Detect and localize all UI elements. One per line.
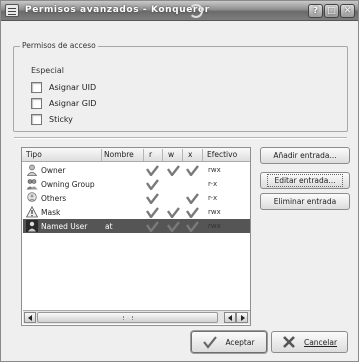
close-button[interactable]: ✕	[340, 4, 355, 18]
column-divider[interactable]	[182, 149, 183, 161]
read-checkmark-icon[interactable]	[146, 193, 159, 205]
group-icon	[26, 178, 38, 190]
row-name: at	[105, 222, 113, 231]
table-row[interactable]: Owner rwx	[23, 163, 250, 177]
grip-icon	[123, 316, 133, 320]
read-checkmark-icon[interactable]	[146, 165, 159, 177]
checkmark-icon	[203, 336, 218, 349]
cancel-x-icon	[283, 336, 295, 348]
acl-entries-list[interactable]: Tipo Nombre r w x Efectivo Owner rwx Ownin…	[21, 147, 251, 326]
special-label: Especial	[31, 66, 64, 75]
checkbox-label: Sticky	[49, 114, 73, 124]
user-icon	[26, 164, 38, 176]
column-header-r[interactable]: r	[149, 150, 152, 159]
row-type: Others	[41, 194, 67, 203]
scroll-right-arrow-icon[interactable]	[236, 312, 248, 323]
cancel-button[interactable]: Cancelar	[271, 331, 348, 353]
scroll-left-arrow-icon[interactable]	[224, 312, 236, 323]
row-effective: rwx	[208, 166, 221, 174]
row-type: Owner	[41, 166, 66, 175]
row-effective: rwx	[208, 222, 221, 230]
read-checkmark-icon[interactable]	[146, 207, 159, 219]
delete-entry-button[interactable]: Eliminar entrada	[260, 193, 350, 210]
maximize-button[interactable]: □	[324, 4, 339, 18]
window-title: Permisos avanzados - Konqueror	[25, 5, 210, 15]
write-checkmark-icon[interactable]	[167, 221, 180, 233]
column-divider[interactable]	[143, 149, 144, 161]
checkbox-box[interactable]	[31, 81, 42, 93]
cancel-label: Cancelar	[303, 337, 338, 347]
ok-button[interactable]: Aceptar	[191, 331, 267, 353]
write-checkmark-icon[interactable]	[167, 207, 180, 219]
separator	[14, 137, 347, 139]
row-effective: rwx	[208, 208, 221, 216]
scrollbar-thumb[interactable]	[37, 312, 218, 323]
add-entry-label: Añadir entrada...	[273, 151, 337, 160]
row-type: Mask	[41, 208, 61, 217]
checkbox-box[interactable]	[31, 113, 42, 125]
column-divider[interactable]	[202, 149, 203, 161]
help-button[interactable]: ?	[308, 4, 323, 18]
column-header-tipo[interactable]: Tipo	[26, 150, 42, 159]
column-header-x[interactable]: x	[188, 150, 192, 159]
warning-icon	[25, 205, 39, 218]
checkbox-label: Asignar GID	[49, 98, 97, 108]
named-user-icon	[26, 220, 38, 232]
add-entry-button[interactable]: Añadir entrada...	[260, 147, 350, 164]
checkbox-label: Asignar UID	[49, 82, 97, 92]
execute-checkmark-icon[interactable]	[186, 207, 199, 219]
execute-checkmark-icon[interactable]	[186, 165, 199, 177]
column-header-nombre[interactable]: Nombre	[104, 150, 134, 159]
column-divider[interactable]	[162, 149, 163, 161]
konqueror-swirl-icon	[189, 4, 203, 18]
edit-entry-button[interactable]: Editar entrada...	[260, 172, 350, 189]
scroll-left-arrow-icon[interactable]	[24, 312, 36, 323]
execute-checkmark-icon[interactable]	[186, 221, 199, 233]
list-header: Tipo Nombre r w x Efectivo	[22, 148, 250, 162]
sticky-checkbox[interactable]: Sticky	[31, 113, 73, 125]
assign-uid-checkbox[interactable]: Asignar UID	[31, 81, 96, 93]
ok-label: Aceptar	[225, 337, 255, 347]
execute-checkmark-icon[interactable]	[186, 193, 199, 205]
table-row[interactable]: Mask rwx	[23, 205, 250, 219]
row-effective: r-x	[208, 180, 218, 188]
table-row[interactable]: Owning Group r-x	[23, 177, 250, 191]
read-checkmark-icon[interactable]	[146, 179, 159, 191]
title-bar[interactable]: Permisos avanzados - Konqueror ? □ ✕	[1, 1, 358, 21]
window-menu-icon[interactable]	[5, 4, 19, 17]
row-type: Named User	[41, 222, 88, 231]
table-row[interactable]: Others r-x	[23, 191, 250, 205]
column-header-w[interactable]: w	[168, 150, 174, 159]
row-type: Owning Group	[41, 180, 95, 189]
access-permissions-group-title: Permisos de acceso	[20, 41, 98, 50]
write-checkmark-icon[interactable]	[167, 165, 180, 177]
row-effective: r-x	[208, 194, 218, 202]
edit-entry-label: Editar entrada...	[267, 174, 343, 187]
others-icon	[26, 192, 38, 204]
delete-entry-label: Eliminar entrada	[273, 197, 337, 206]
table-row[interactable]: Named User at rwx	[23, 219, 250, 233]
column-header-efectivo[interactable]: Efectivo	[207, 150, 237, 159]
advanced-permissions-dialog: Permisos avanzados - Konqueror ? □ ✕ Per…	[0, 0, 359, 362]
horizontal-scrollbar[interactable]	[23, 310, 250, 324]
checkbox-box[interactable]	[31, 97, 42, 109]
column-divider[interactable]	[101, 149, 102, 161]
read-checkmark-icon[interactable]	[146, 221, 159, 233]
assign-gid-checkbox[interactable]: Asignar GID	[31, 97, 96, 109]
